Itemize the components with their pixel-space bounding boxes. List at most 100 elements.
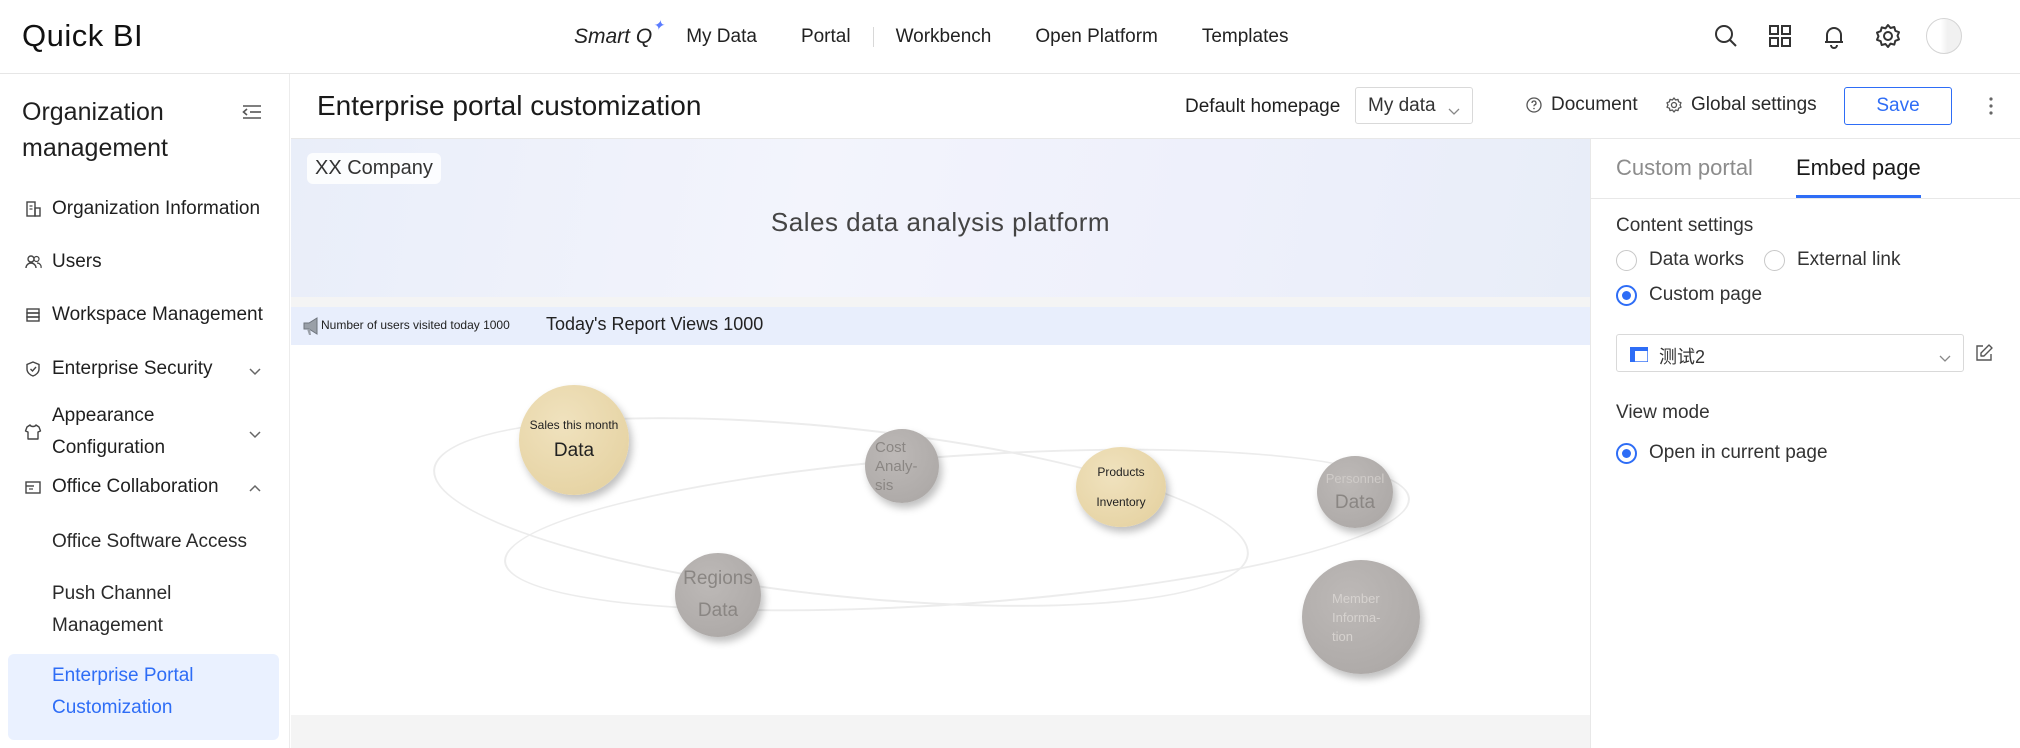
app-logo[interactable]: Quick BI	[22, 18, 143, 54]
apps-grid-icon[interactable]	[1764, 18, 1796, 54]
sidebar-item-label: Users	[52, 251, 102, 272]
avatar[interactable]	[1926, 18, 1962, 54]
bubble-line1: Products	[1097, 465, 1145, 479]
bubble-line1: Member Informa-tion	[1332, 590, 1381, 644]
sidebar-item-office-collaboration[interactable]: Office Collaboration	[22, 476, 272, 498]
nav-workbench[interactable]: Workbench	[896, 26, 992, 48]
radio-dot	[1616, 249, 1637, 271]
sparkle-icon: ✦	[652, 17, 665, 33]
briefcase-icon	[22, 476, 44, 498]
smartq-link[interactable]: Smart Q ✦	[574, 17, 664, 49]
document-link[interactable]: Document	[1525, 94, 1638, 116]
gear-icon[interactable]	[1872, 18, 1904, 54]
users-icon	[22, 251, 44, 273]
nav-open-platform[interactable]: Open Platform	[1035, 26, 1158, 48]
radio-dot-selected	[1616, 284, 1637, 306]
bubble-sales-this-month[interactable]: Sales this month Data	[519, 385, 629, 495]
chevron-down-icon	[248, 362, 262, 376]
radio-custom-page[interactable]: Custom page	[1616, 284, 1762, 306]
bubble-personnel-data[interactable]: Personnel Data	[1317, 456, 1393, 528]
bubble-line2: Data	[553, 440, 595, 461]
nav-divider	[872, 27, 874, 47]
nav-my-data[interactable]: My Data	[686, 26, 757, 48]
bubble-line1: Personnel	[1325, 470, 1385, 486]
sidebar-item-organization-information[interactable]: Organization Information	[22, 198, 272, 220]
sidebar-item-label: Office Collaboration	[52, 476, 219, 497]
radio-external-link[interactable]: External link	[1764, 249, 1901, 271]
chevron-down-icon	[248, 425, 262, 439]
bubble-regions-data[interactable]: Regions Data	[675, 553, 761, 637]
sidebar-item-appearance-configuration[interactable]: Appearance Configuration	[22, 400, 272, 464]
radio-open-in-current-page[interactable]: Open in current page	[1616, 442, 1828, 464]
sidebar-item-workspace-management[interactable]: Workspace Management	[22, 304, 272, 326]
bell-icon[interactable]	[1818, 18, 1850, 54]
radio-label: External link	[1797, 249, 1901, 270]
help-circle-icon	[1525, 96, 1543, 114]
radio-dot	[1764, 249, 1785, 271]
settings-tabs: Custom portal Embed page	[1591, 139, 2020, 199]
shirt-icon	[22, 421, 44, 443]
tab-custom-portal[interactable]: Custom portal	[1616, 155, 1753, 181]
global-settings-link[interactable]: Global settings	[1665, 94, 1817, 116]
sidebar-subitem-enterprise-portal-customization[interactable]: Enterprise Portal Customization	[52, 660, 252, 724]
chevron-up-icon	[248, 480, 262, 494]
portal-preview-canvas: XX Company Sales data analysis platform …	[291, 139, 1590, 748]
radio-label: Custom page	[1649, 284, 1763, 305]
bubble-member-information[interactable]: Member Informa-tion	[1302, 560, 1420, 674]
sidebar-item-label: Enterprise Security	[52, 358, 213, 379]
global-settings-label: Global settings	[1691, 94, 1817, 115]
chevron-down-icon	[1939, 348, 1951, 362]
default-homepage-select[interactable]: My data	[1355, 87, 1473, 124]
custom-page-select[interactable]: 测试2	[1616, 334, 1964, 372]
nav-portal[interactable]: Portal	[801, 26, 851, 48]
bubble-cost-analysis[interactable]: Cost Analy-sis	[865, 429, 939, 503]
save-button[interactable]: Save	[1844, 87, 1952, 125]
active-tab-indicator	[1796, 195, 1921, 198]
selected-page-value: 测试2	[1659, 347, 1706, 367]
sidebar-item-enterprise-security[interactable]: Enterprise Security	[22, 358, 272, 380]
radio-label: Open in current page	[1649, 442, 1828, 463]
radio-data-works[interactable]: Data works	[1616, 249, 1744, 271]
smartq-label: Smart Q	[574, 25, 653, 48]
bubble-line1: Sales this month	[529, 418, 619, 432]
sidebar-subitem-office-software-access[interactable]: Office Software Access	[52, 526, 252, 558]
company-name: XX Company	[307, 153, 441, 184]
collapse-menu-icon[interactable]	[240, 100, 264, 124]
database-icon	[22, 304, 44, 326]
bubble-line1: Regions	[683, 568, 753, 589]
default-homepage-value: My data	[1368, 95, 1436, 116]
sidebar-item-label: Workspace Management	[52, 304, 263, 325]
ticker-bar: Number of users visited today 1000 Today…	[291, 307, 1590, 345]
document-label: Document	[1551, 94, 1638, 115]
sidebar: Organization management Organization Inf…	[0, 74, 290, 748]
more-options-icon[interactable]	[1981, 92, 2001, 120]
ticker-report-views: Today's Report Views 1000	[546, 314, 764, 334]
nav-templates[interactable]: Templates	[1202, 26, 1289, 48]
chevron-down-icon	[1448, 101, 1460, 115]
bubble-line2: Data	[697, 600, 739, 621]
bubble-line1: Cost Analy-sis	[875, 438, 918, 494]
top-nav: Smart Q ✦ My Data Portal Workbench Open …	[574, 0, 1332, 74]
top-icons	[1710, 18, 1962, 54]
sidebar-item-label: Organization Information	[52, 198, 261, 219]
top-bar: Quick BI Smart Q ✦ My Data Portal Workbe…	[0, 0, 2020, 74]
default-homepage-label: Default homepage	[1185, 96, 1341, 117]
tab-embed-page[interactable]: Embed page	[1796, 155, 1921, 181]
canvas-footer-strip	[291, 715, 1590, 748]
edit-icon[interactable]	[1974, 343, 1994, 363]
platform-title: Sales data analysis platform	[770, 207, 1111, 237]
shield-icon	[22, 358, 44, 380]
portal-banner: XX Company Sales data analysis platform	[291, 139, 1590, 297]
main-header: Enterprise portal customization Default …	[291, 74, 2020, 139]
bubble-products-inventory[interactable]: Products Inventory	[1076, 447, 1166, 527]
view-mode-label: View mode	[1616, 402, 1710, 423]
search-icon[interactable]	[1710, 18, 1742, 54]
bubble-area: Sales this month Data Cost Analy-sis Pro…	[291, 345, 1590, 715]
content-settings-label: Content settings	[1616, 215, 1754, 236]
gear-icon	[1665, 96, 1683, 114]
bubble-line2: Data	[1334, 491, 1376, 513]
sidebar-item-users[interactable]: Users	[22, 251, 272, 273]
sidebar-subitem-push-channel-management[interactable]: Push Channel Management	[52, 578, 252, 642]
radio-label: Data works	[1649, 249, 1745, 270]
sidebar-title: Organization management	[22, 98, 168, 162]
